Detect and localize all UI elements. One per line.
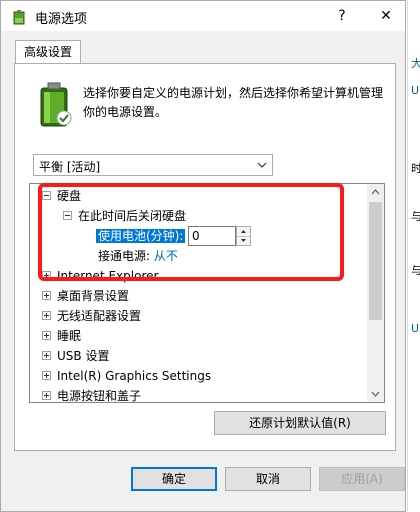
window-title: 电源选项 — [35, 12, 88, 27]
collapse-icon[interactable] — [42, 191, 51, 200]
expand-icon[interactable] — [42, 311, 51, 320]
spin-down-icon[interactable] — [237, 236, 250, 245]
tree-node-label: Internet Explorer — [57, 269, 159, 283]
tree-node-intel-graphics[interactable]: Intel(R) Graphics Settings — [42, 366, 211, 386]
tree-node-desktop-background[interactable]: 桌面背景设置 — [42, 286, 129, 306]
background-glyph: 时 — [411, 162, 420, 175]
background-window-edge — [407, 0, 420, 512]
tree-node-label: Intel(R) Graphics Settings — [57, 369, 212, 383]
tree-node-usb-settings[interactable]: USB 设置 — [42, 346, 109, 366]
tree-node-label: 在此时间后关闭硬盘 — [78, 209, 187, 223]
expand-icon[interactable] — [42, 351, 51, 360]
tree-node-internet-explorer[interactable]: Internet Explorer — [42, 266, 158, 286]
restore-defaults-button[interactable]: 还原计划默认值(R) — [214, 411, 386, 435]
expand-icon[interactable] — [42, 331, 51, 340]
tree-node-label: 桌面背景设置 — [57, 289, 130, 303]
ok-button[interactable]: 确定 — [131, 467, 217, 491]
tree-node-turn-off-hard-disk[interactable]: 在此时间后关闭硬盘 — [63, 206, 186, 226]
expand-icon[interactable] — [42, 291, 51, 300]
title-bar[interactable]: 电源选项 ? ✕ — [1, 1, 405, 31]
close-button[interactable]: ✕ — [371, 5, 401, 27]
background-glyph: 与 — [411, 264, 420, 277]
tree-node-label: 睡眠 — [57, 329, 82, 343]
minutes-input[interactable]: 0 — [188, 226, 236, 246]
battery-plan-icon — [40, 82, 72, 127]
expand-icon[interactable] — [42, 371, 51, 380]
tab-advanced-settings[interactable]: 高级设置 — [15, 40, 81, 64]
plugged-in-value-link[interactable]: 从不 — [154, 249, 178, 263]
tree-node-label: 电源按钮和盖子 — [57, 389, 142, 403]
tree-node-hard-disk[interactable]: 硬盘 — [42, 186, 81, 206]
scroll-down-icon[interactable] — [367, 385, 384, 402]
settings-tree[interactable]: 硬盘 在此时间后关闭硬盘 使用电池(分钟): 0 接通电源: 从不 Intern… — [29, 183, 385, 403]
power-plan-dropdown[interactable]: 平衡 [活动] — [33, 154, 273, 176]
setting-plugged-in[interactable]: 接通电源: 从不 — [98, 246, 178, 266]
scroll-thumb[interactable] — [369, 202, 382, 320]
tree-scrollbar[interactable] — [367, 184, 384, 402]
apply-button[interactable]: 应用(A) — [319, 467, 405, 491]
plan-description: 选择你要自定义的电源计划，然后选择你希望计算机管理你的电源设置。 — [83, 86, 384, 119]
power-options-icon — [13, 10, 25, 25]
setting-label: 使用电池(分钟): — [96, 229, 186, 243]
tree-node-label: USB 设置 — [57, 349, 110, 363]
power-options-dialog: 电源选项 ? ✕ 高级设置 选择你要自定义的电源计划，然后选择你希望计算机管理你… — [0, 0, 406, 512]
setting-on-battery[interactable]: 使用电池(分钟): — [96, 226, 186, 246]
tree-node-wireless-adapter[interactable]: 无线适配器设置 — [42, 306, 141, 326]
chevron-down-icon — [257, 162, 267, 168]
expand-icon[interactable] — [42, 391, 51, 400]
background-glyph: U — [411, 84, 420, 97]
tree-node-label: 无线适配器设置 — [57, 309, 142, 323]
background-glyph: 与 — [411, 210, 420, 223]
scroll-up-icon[interactable] — [367, 184, 384, 201]
expand-icon[interactable] — [42, 271, 51, 280]
tree-node-power-buttons-lid[interactable]: 电源按钮和盖子 — [42, 386, 142, 403]
background-glyph: 大 — [411, 57, 420, 70]
minutes-spinner[interactable] — [236, 226, 251, 246]
setting-label: 接通电源: — [98, 249, 151, 263]
cancel-button[interactable]: 取消 — [225, 467, 311, 491]
collapse-icon[interactable] — [63, 211, 72, 220]
background-glyph: U — [411, 322, 420, 335]
tree-node-sleep[interactable]: 睡眠 — [42, 326, 81, 346]
selected-plan: 平衡 [活动] — [39, 160, 101, 174]
tree-node-label: 硬盘 — [57, 189, 82, 203]
help-button[interactable]: ? — [327, 5, 357, 27]
